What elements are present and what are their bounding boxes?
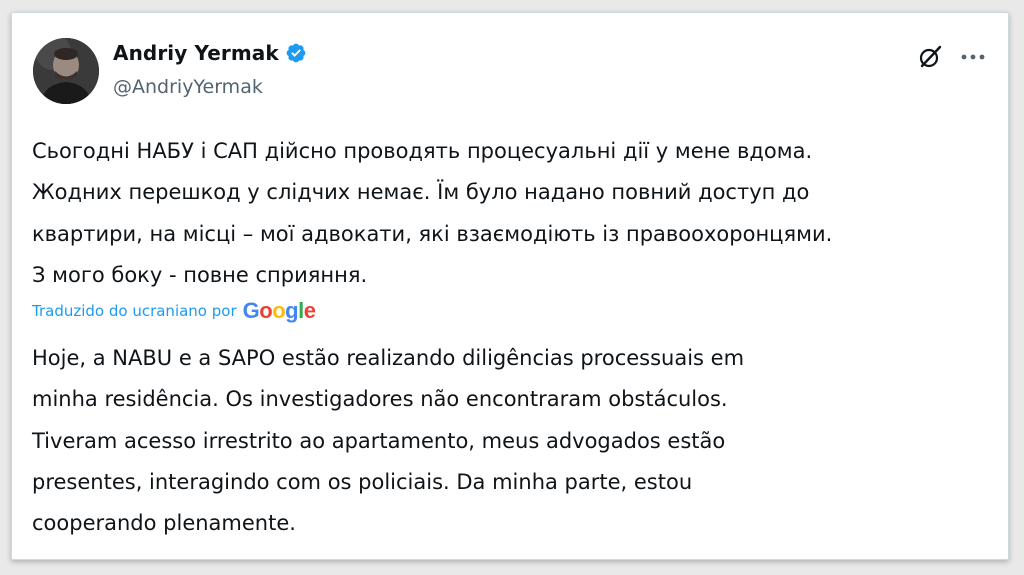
grok-icon (919, 45, 942, 68)
translation-attribution: Traduzido do ucraniano por Google (32, 298, 316, 324)
google-logo-letter: e (303, 298, 316, 323)
google-logo-letter: o (272, 298, 286, 323)
verified-badge-icon[interactable] (285, 42, 307, 64)
google-logo-letter: g (285, 298, 299, 323)
google-logo-letter: G (242, 298, 260, 323)
grok-button[interactable] (914, 41, 946, 73)
more-horizontal-icon (961, 54, 985, 60)
author-name-row: Andriy Yermak (113, 41, 307, 65)
avatar[interactable] (33, 38, 99, 104)
translation-label[interactable]: Traduzido do ucraniano por (32, 302, 237, 320)
profile-photo-icon (33, 38, 99, 104)
tweet-translated-text: Hoje, a NABU e a SAPO estão realizando d… (32, 346, 745, 536)
google-logo: Google (243, 298, 316, 324)
more-options-button[interactable] (956, 41, 990, 73)
google-logo-letter: o (259, 298, 273, 323)
author-display-name[interactable]: Andriy Yermak (113, 41, 279, 65)
author-handle[interactable]: @AndriyYermak (113, 76, 263, 98)
tweet-card: Andriy Yermak @AndriyYermak Сьогодні НАБ… (11, 12, 1009, 560)
tweet-original-text: Сьогодні НАБУ і САП дійсно проводять про… (32, 139, 833, 287)
